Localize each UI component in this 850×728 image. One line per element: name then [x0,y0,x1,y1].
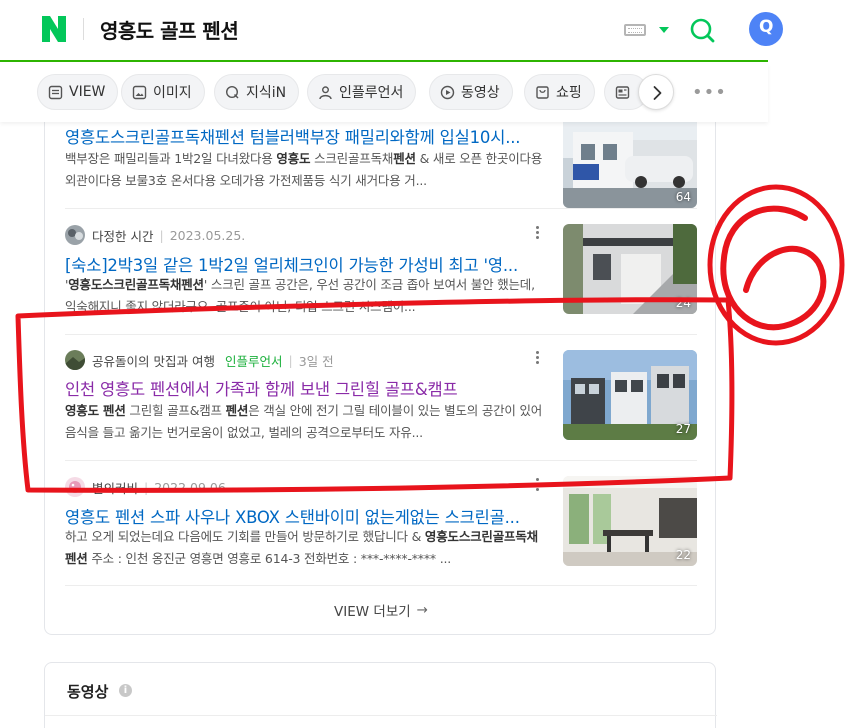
desc-highlight: 영흥도 [276,151,311,166]
result-desc: '영흥도스크린골프독채펜션' 스크린 골프 공간은, 우선 공간이 조금 좁아 … [65,274,543,318]
result-title[interactable]: 인천 영흥도 펜션에서 가족과 함께 보낸 그린힐 골프&캠프 [65,376,545,400]
result-thumbnail[interactable]: 24 [563,224,697,314]
view-results: 영흥도스크린골프독채펜션 텀블러백부장 패밀리와함께 입실10시... 백부장은… [44,112,716,635]
photo-count: 22 [675,548,691,562]
kebab-menu-icon[interactable] [535,478,541,494]
section-divider [45,715,717,716]
kebab-menu-icon[interactable] [535,351,541,367]
user-avatar[interactable]: Q [749,12,783,46]
image-icon [132,85,147,99]
photo-count: 24 [675,296,691,310]
meta-separator: | [288,352,293,368]
tab-label: VIEW [69,84,106,100]
view-more-label: VIEW 더보기 [334,604,411,620]
video-section: 동영상 i [44,662,717,728]
q-icon [225,85,239,98]
desc-text: 스크린골프독채 [310,151,394,166]
post-date: 2022.09.06. [154,479,230,495]
author-name[interactable]: 다정한 시간 [92,226,153,245]
desc-highlight: 펜션 [225,403,249,418]
author-avatar[interactable] [65,477,85,497]
desc-highlight: 영흥도 펜션 [65,403,126,418]
result-desc: 백부장은 패밀리들과 1박2일 다녀왔다용 영흥도 스크린골프독채펜션 & 새로… [65,148,543,192]
arrow-right-icon: → [416,602,428,618]
desc-text: 그린힐 골프&캠프 [125,403,226,418]
result-divider [65,334,697,335]
result-meta: 다정한 시간 | 2023.05.25. [65,225,246,245]
tab-video[interactable]: 동영상 [429,74,513,110]
result-divider [65,460,697,461]
search-icon[interactable] [688,16,716,44]
kebab-menu-icon[interactable] [535,226,541,242]
result-desc: 하고 오게 되었는데요 다음에도 기회를 만들어 방문하기로 했답니다 & 영흥… [65,526,543,570]
photo-count: 64 [675,190,691,204]
result-thumbnail[interactable]: 22 [563,476,697,566]
naver-logo[interactable] [42,16,66,42]
post-date: 3일 전 [298,353,334,369]
keyboard-icon[interactable] [624,24,646,36]
tab-label: 동영상 [461,85,500,101]
result-title[interactable]: 영흥도스크린골프독채펜션 텀블러백부장 패밀리와함께 입실10시... [65,124,545,148]
tabs-next-button[interactable] [638,74,674,110]
search-header: 영흥도 골프 펜션 Q [0,0,783,62]
photo-count: 27 [675,422,691,436]
search-query[interactable]: 영흥도 골프 펜션 [100,15,239,44]
author-avatar[interactable] [65,350,85,370]
tab-influencer[interactable]: 인플루언서 [307,74,417,110]
tab-shopping[interactable]: 쇼핑 [524,74,595,110]
info-icon[interactable]: i [119,684,132,697]
result-thumbnail[interactable]: 27 [563,350,697,440]
view-icon [48,85,63,99]
bag-icon [536,85,549,99]
person-icon [319,85,332,99]
desc-text: 하고 오게 되었는데요 다음에도 기회를 만들어 방문하기로 했답니다 & [65,529,425,544]
tab-kin[interactable]: 지식iN [214,74,300,110]
result-title[interactable]: 영흥도 펜션 스파 사우나 XBOX 스탠바이미 없는게없는 스크린골... [65,504,545,528]
result-thumbnail[interactable]: 64 [563,118,697,208]
result-desc: 영흥도 펜션 그린힐 골프&캠프 펜션은 객실 안에 전기 그릴 테이블이 있는… [65,400,543,444]
caret-down-icon[interactable] [659,27,669,33]
meta-separator: | [144,479,149,495]
desc-text: 백부장은 패밀리들과 1박2일 다녀왔다용 [65,151,277,166]
author-name[interactable]: 별의커비 [92,478,138,497]
result-meta: 공유돌이의 맛집과 여행 인플루언서 | 3일 전 [65,350,334,370]
chevron-right-icon [653,86,662,100]
header-divider [83,18,84,40]
desc-text: 주소 : 인천 옹진군 영흥면 영흥로 614-3 전화번호 : ***-***… [87,551,452,566]
more-options-icon[interactable]: ••• [692,82,727,103]
tab-label: 쇼핑 [556,85,582,101]
post-date: 2023.05.25. [169,227,246,243]
right-margin [768,0,850,728]
play-icon [440,85,455,99]
result-meta: 별의커비 | 2022.09.06. [65,477,230,497]
influencer-badge: 인플루언서 [224,353,283,369]
desc-highlight: 펜션 [393,151,416,166]
tab-label: 이미지 [153,85,192,101]
tab-view[interactable]: VIEW [37,74,119,110]
view-more-link[interactable]: VIEW 더보기 → [45,586,717,634]
tab-image[interactable]: 이미지 [121,74,205,110]
tab-label: 인플루언서 [339,85,404,101]
result-title[interactable]: [숙소]2박3일 같은 1박2일 얼리체크인이 가능한 가성비 최고 '영... [65,252,545,276]
meta-separator: | [159,227,164,243]
news-icon [615,85,630,99]
author-avatar[interactable] [65,225,85,245]
result-divider [65,208,697,209]
tab-label: 지식iN [246,85,287,101]
section-title: 동영상 [67,683,109,701]
desc-highlight: 영흥도스크린골프독채펜션 [68,277,204,292]
author-name[interactable]: 공유돌이의 맛집과 여행 [92,351,215,370]
